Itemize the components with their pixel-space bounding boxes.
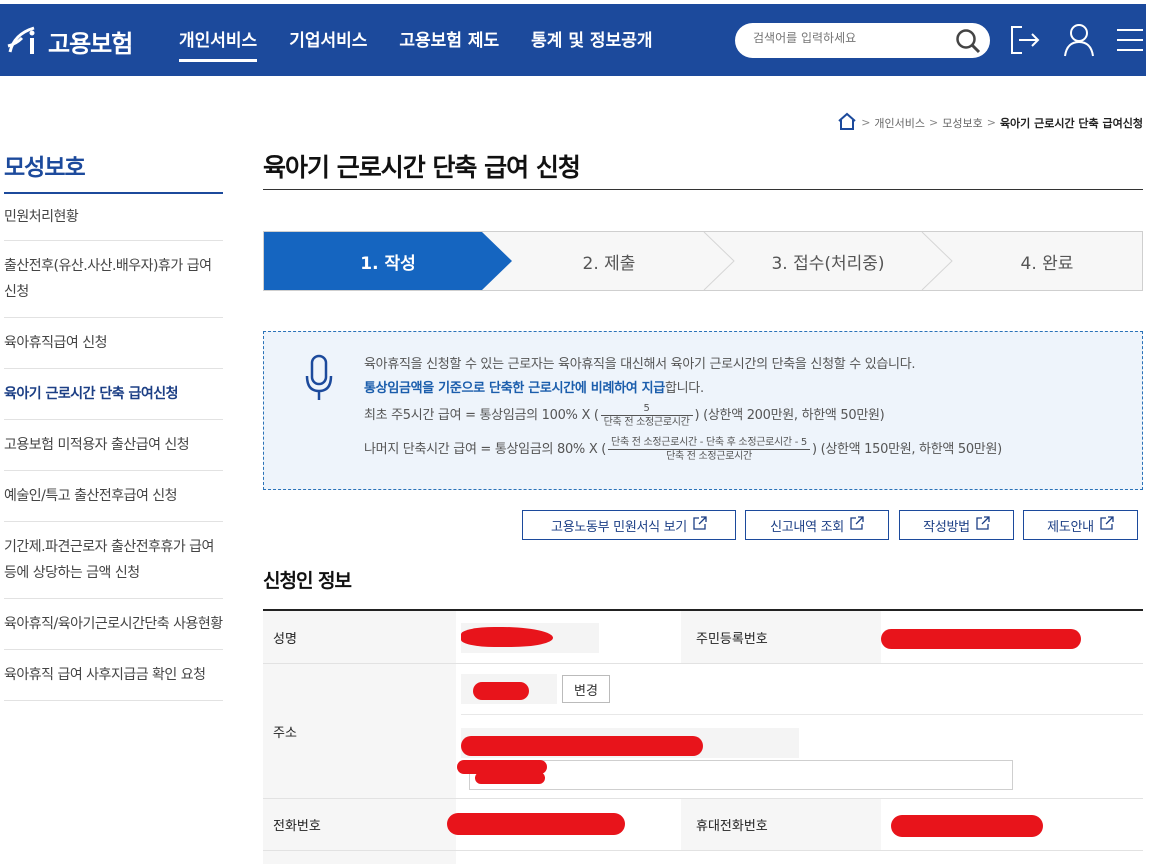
external-link-icon <box>850 516 864 534</box>
form-row-next <box>263 851 1143 864</box>
info-emphasis: 통상임금액을 기준으로 단축한 근로시간에 비례하여 지급 <box>364 381 665 396</box>
formula-fraction: 단축 전 소정근로시간 - 단축 후 소정근로시간 - 5 단축 전 소정근로시간 <box>608 436 810 463</box>
sidebar-item-reduced-hours[interactable]: 육아기 근로시간 단축 급여신청 <box>4 369 223 420</box>
menu-icon[interactable] <box>1117 28 1143 56</box>
sidebar-item-artist-benefit[interactable]: 예술인/특고 출산전후급여 신청 <box>4 471 223 522</box>
breadcrumb: > 개인서비스 > 모성보호 > 육아기 근로시간 단축 급여신청 <box>837 112 1143 133</box>
step-received: 3. 접수(처리중) <box>771 253 885 274</box>
button-label: 고용노동부 민원서식 보기 <box>551 519 687 535</box>
progress-steps: 1. 작성 2. 제출 3. 접수(처리중) 4. 완료 <box>263 231 1143 291</box>
label-address: 주소 <box>263 664 456 798</box>
formula-suffix: ) (상한액 200만원, 하한액 50만원) <box>694 408 885 423</box>
button-label: 제도안내 <box>1047 519 1094 535</box>
nav-insurance-system[interactable]: 고용보험 제도 <box>399 26 499 62</box>
label-next <box>263 851 456 864</box>
formula-suffix: ) (상한액 150만원, 하한액 50만원) <box>811 442 1002 457</box>
address-change-button[interactable]: 변경 <box>562 675 610 703</box>
chevron-right-icon: > <box>861 116 871 129</box>
address-detail-input[interactable] <box>469 760 1013 790</box>
external-link-icon <box>693 516 707 534</box>
site-logo[interactable]: 고용보험 <box>4 22 133 60</box>
sidebar-title: 모성보호 <box>4 148 223 194</box>
breadcrumb-item[interactable]: 개인서비스 <box>874 115 925 131</box>
fraction-numerator: 단축 전 소정근로시간 - 단축 후 소정근로시간 - 5 <box>608 436 810 450</box>
login-icon[interactable] <box>1009 24 1041 60</box>
sidebar-item-maternity-leave[interactable]: 출산전후(유산.사산.배우자)휴가 급여신청 <box>4 241 223 318</box>
label-phone: 전화번호 <box>263 799 456 850</box>
redacted-rrn <box>881 629 1081 649</box>
form-row-name: 성명 주민등록번호 <box>263 611 1143 664</box>
breadcrumb-item[interactable]: 모성보호 <box>942 115 982 131</box>
step-submit: 2. 제출 <box>582 253 636 274</box>
external-link-icon <box>976 516 990 534</box>
page-title: 육아기 근로시간 단축 급여 신청 <box>263 153 581 182</box>
report-history-button[interactable]: 신고내역 조회 <box>745 510 889 540</box>
redacted-phone <box>447 813 625 835</box>
section-title-applicant: 신청인 정보 <box>263 570 352 592</box>
sidebar-item-post-payment[interactable]: 육아휴직 급여 사후지급금 확인 요청 <box>4 650 223 701</box>
step-write: 1. 작성 <box>360 253 416 274</box>
form-row-address: 주소 변경 <box>263 664 1143 799</box>
nav-personal-service[interactable]: 개인서비스 <box>179 26 258 62</box>
step-complete: 4. 완료 <box>1020 253 1074 274</box>
breadcrumb-current: 육아기 근로시간 단축 급여신청 <box>999 116 1143 130</box>
fraction-denominator: 단축 전 소정근로시간 <box>666 451 752 462</box>
system-guide-button[interactable]: 제도안내 <box>1023 510 1138 540</box>
view-forms-button[interactable]: 고용노동부 민원서식 보기 <box>522 510 736 540</box>
how-to-write-button[interactable]: 작성방법 <box>899 510 1014 540</box>
label-rrn: 주민등록번호 <box>681 611 881 663</box>
nav-statistics[interactable]: 통계 및 정보공개 <box>531 26 652 62</box>
sidebar-item-contract-worker[interactable]: 기간제.파견근로자 출산전후휴가 급여등에 상당하는 금액 신청 <box>4 522 223 599</box>
sidebar-item-uninsured-benefit[interactable]: 고용보험 미적용자 출산급여 신청 <box>4 420 223 471</box>
info-box: 육아휴직을 신청할 수 있는 근로자는 육아휴직을 대신해서 육아기 근로시간의… <box>263 331 1143 490</box>
title-divider <box>263 189 1143 190</box>
button-label: 신고내역 조회 <box>770 519 844 535</box>
chevron-right-icon: > <box>986 116 996 129</box>
sidebar-item-usage-status[interactable]: 육아휴직/육아기근로시간단축 사용현황 <box>4 599 223 650</box>
main-nav: 개인서비스 기업서비스 고용보험 제도 통계 및 정보공개 <box>179 26 685 62</box>
sidebar: 모성보호 민원처리현황 출산전후(유산.사산.배우자)휴가 급여신청 육아휴직급… <box>4 148 223 701</box>
redacted-mobile <box>891 815 1043 837</box>
sidebar-item-parental-leave[interactable]: 육아휴직급여 신청 <box>4 318 223 369</box>
button-label: 작성방법 <box>923 519 970 535</box>
redacted-address-detail-2 <box>475 772 545 784</box>
info-formula-first: 최초 주5시간 급여 = 통상임금의 100% X (5 단축 전 소정근로시간)… <box>364 402 885 429</box>
info-text-line1: 육아휴직을 신청할 수 있는 근로자는 육아휴직을 대신해서 육아기 근로시간의… <box>364 357 916 372</box>
top-header: 고용보험 개인서비스 기업서비스 고용보험 제도 통계 및 정보공개 <box>0 4 1146 76</box>
label-name: 성명 <box>263 611 456 663</box>
home-icon[interactable] <box>837 112 857 133</box>
info-text-line2: 통상임금액을 기준으로 단축한 근로시간에 비례하여 지급합니다. <box>364 377 704 396</box>
form-row-phone: 전화번호 휴대전화번호 <box>263 799 1143 851</box>
user-icon[interactable] <box>1063 22 1095 62</box>
fraction-denominator: 단축 전 소정근로시간 <box>603 417 690 428</box>
external-link-icon <box>1100 516 1114 534</box>
nav-business-service[interactable]: 기업서비스 <box>289 26 367 62</box>
fraction-numerator: 5 <box>600 402 693 416</box>
logo-mark-icon <box>4 22 42 60</box>
label-mobile: 휴대전화번호 <box>681 799 881 850</box>
microphone-icon <box>304 354 334 406</box>
formula-prefix: 나머지 단축시간 급여 = 통상임금의 80% X ( <box>364 442 607 457</box>
search-box <box>735 23 990 58</box>
info-text: 합니다. <box>664 381 704 396</box>
redacted-address <box>461 736 703 756</box>
formula-fraction: 5 단축 전 소정근로시간 <box>600 402 693 429</box>
redacted-name <box>461 627 553 647</box>
logo-text: 고용보험 <box>48 29 133 58</box>
applicant-form: 성명 주민등록번호 주소 변경 전화번호 휴대전화번호 <box>263 609 1143 864</box>
formula-prefix: 최초 주5시간 급여 = 통상임금의 100% X ( <box>364 408 599 423</box>
address-divider <box>461 714 1143 715</box>
search-icon[interactable] <box>954 28 982 58</box>
chevron-right-icon: > <box>929 116 939 129</box>
redacted-zipcode <box>473 682 529 700</box>
info-formula-rest: 나머지 단축시간 급여 = 통상임금의 80% X (단축 전 소정근로시간 -… <box>364 436 1002 463</box>
sidebar-item-complaint-status[interactable]: 민원처리현황 <box>4 194 223 241</box>
search-input[interactable] <box>753 31 943 45</box>
